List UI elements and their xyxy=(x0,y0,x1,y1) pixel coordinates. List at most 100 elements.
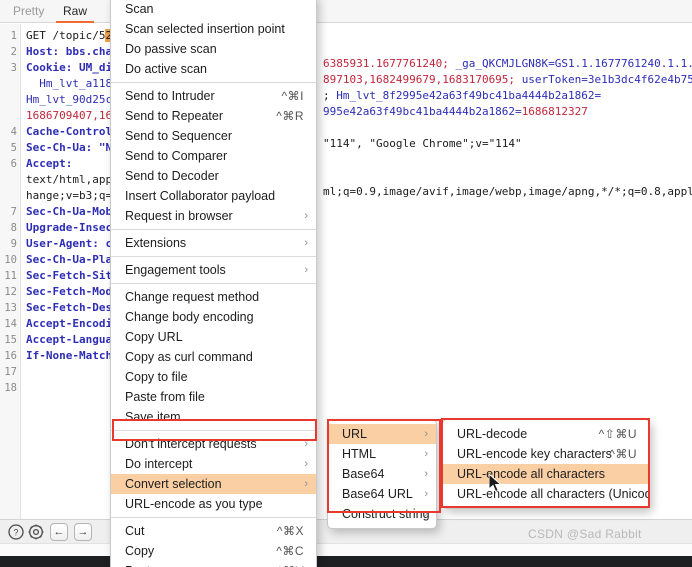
code-line: text/html,app xyxy=(26,172,112,188)
menu-item-label: Do passive scan xyxy=(125,42,217,56)
url-encode-submenu[interactable]: URL-decode ^⇧⌘U URL-encode key characters ^… xyxy=(442,419,650,509)
code-token: 1686709407,16 xyxy=(26,109,113,122)
menu-item-change-body-encoding[interactable]: Change body encoding xyxy=(111,307,316,327)
line-number: 5 xyxy=(10,142,17,154)
menu-item-scan-selected-insertion-point[interactable]: Scan selected insertion point xyxy=(111,19,316,39)
submenu-item-construct-string[interactable]: Construct string › xyxy=(328,504,436,524)
menu-separator xyxy=(111,283,316,284)
code-line: 995e42a63f49bc41ba4444b2a1862=1686812327 xyxy=(323,104,588,120)
menu-item-label: Paste from file xyxy=(125,390,205,404)
menu-item-send-to-comparer[interactable]: Send to Comparer xyxy=(111,146,316,166)
menu-item-label: Send to Comparer xyxy=(125,149,228,163)
menu-item-shortcut: ^⌘V xyxy=(277,561,304,567)
code-token: "114", "Google Chrome";v="114" xyxy=(323,137,522,150)
menu-item-shortcut: ^⇧⌘U xyxy=(598,427,637,441)
code-line: hange;v=b3;q= xyxy=(26,188,112,204)
line-number: 11 xyxy=(4,270,17,282)
chevron-right-icon: › xyxy=(304,438,308,450)
line-number: 1 xyxy=(10,30,17,42)
code-line: ml;q=0.9,image/avif,image/webp,image/apn… xyxy=(323,184,692,200)
code-token: 1686812327 xyxy=(521,105,588,118)
code-token: Hm_lvt_a1181 xyxy=(26,77,119,90)
menu-item-do-passive-scan[interactable]: Do passive scan xyxy=(111,39,316,59)
code-line: Host: bbs.cha xyxy=(26,44,112,60)
line-number: 16 xyxy=(4,350,17,362)
menu-item-label: Send to Intruder xyxy=(125,89,215,103)
tab-pretty[interactable]: Pretty xyxy=(6,2,51,23)
code-token: Sec-Ch-Ua: "N xyxy=(26,141,113,154)
line-number: 9 xyxy=(10,238,17,250)
tab-raw[interactable]: Raw xyxy=(56,2,95,23)
menu-item-label: Base64 xyxy=(342,467,385,481)
menu-item-engagement-tools[interactable]: Engagement tools › xyxy=(111,260,316,280)
menu-separator xyxy=(111,82,316,83)
menu-item-url-encode-as-you-type[interactable]: URL-encode as you type xyxy=(111,494,316,514)
code-line: Accept-Encodi xyxy=(26,316,112,332)
code-line: "114", "Google Chrome";v="114" xyxy=(323,136,522,152)
menu-item-do-active-scan[interactable]: Do active scan xyxy=(111,59,316,79)
menu-item-label: Cut xyxy=(125,524,145,538)
menu-item-request-in-browser[interactable]: Request in browser › xyxy=(111,206,316,226)
menu-item-send-to-decoder[interactable]: Send to Decoder xyxy=(111,166,316,186)
code-line: Sec-Ch-Ua-Mob xyxy=(26,204,112,220)
menu-item-paste-from-file[interactable]: Paste from file xyxy=(111,387,316,407)
menu-item-extensions[interactable]: Extensions › xyxy=(111,233,316,253)
menu-item-label: HTML xyxy=(342,447,377,461)
encode-item-url-encode-all-characters[interactable]: URL-encode all characters xyxy=(443,464,649,484)
code-line: Sec-Ch-Ua-Pla xyxy=(26,252,112,268)
menu-item-change-request-method[interactable]: Change request method xyxy=(111,287,316,307)
forward-button[interactable]: → xyxy=(74,523,92,541)
code-token: 995e42a63f49bc41ba4444b2a1862= xyxy=(323,105,522,118)
menu-item-shortcut: ^⌘C xyxy=(276,544,304,558)
back-button[interactable]: ← xyxy=(50,523,68,541)
code-token: Accept-Langua xyxy=(26,333,113,346)
menu-item-send-to-sequencer[interactable]: Send to Sequencer xyxy=(111,126,316,146)
menu-item-paste[interactable]: Paste^⌘V xyxy=(111,561,316,567)
code-token: Cache-Control xyxy=(26,125,113,138)
encode-item-url-encode-key-characters[interactable]: URL-encode key characters ^⌘U xyxy=(443,444,649,464)
code-line: Sec-Fetch-Sit xyxy=(26,268,112,284)
context-menu[interactable]: Scan Scan selected insertion point Do pass… xyxy=(110,0,317,567)
menu-item-do-intercept[interactable]: Do intercept › xyxy=(111,454,316,474)
submenu-item-base64-url[interactable]: Base64 URL › xyxy=(328,484,436,504)
menu-item-save-item[interactable]: Save item xyxy=(111,407,316,427)
chevron-right-icon: › xyxy=(424,508,428,520)
menu-item-scan[interactable]: Scan xyxy=(111,0,316,19)
encode-item-url-decode[interactable]: URL-decode ^⇧⌘U xyxy=(443,424,649,444)
burp-suite-window: Pretty Raw 1 2 3 4 5 6 7 8 9 10 11 12 13 14 15 16 17 18 G… xyxy=(0,0,692,567)
menu-item-label: Do active scan xyxy=(125,62,207,76)
line-number: 6 xyxy=(10,158,17,170)
question-circle-icon[interactable]: ? xyxy=(8,524,24,540)
menu-item-cut[interactable]: Cut ^⌘X xyxy=(111,521,316,541)
menu-item-label: Save item xyxy=(125,410,181,424)
code-token: Cookie: UM_di xyxy=(26,61,113,74)
gear-icon[interactable] xyxy=(28,524,44,540)
chevron-right-icon: › xyxy=(424,428,428,440)
menu-item-copy[interactable]: Copy ^⌘C xyxy=(111,541,316,561)
encode-item-url-encode-all-characters-unicode[interactable]: URL-encode all characters (Unicode) xyxy=(443,484,649,504)
menu-item-shortcut: ^⌘R xyxy=(276,109,304,123)
code-token: Sec-Ch-Ua-Pla xyxy=(26,253,113,266)
menu-item-convert-selection[interactable]: Convert selection › xyxy=(111,474,316,494)
chevron-right-icon: › xyxy=(304,237,308,249)
editor-tabbar: Pretty Raw xyxy=(0,0,692,23)
menu-item-copy-to-file[interactable]: Copy to file xyxy=(111,367,316,387)
chevron-right-icon: › xyxy=(424,468,428,480)
menu-item-send-to-repeater[interactable]: Send to Repeater ^⌘R xyxy=(111,106,316,126)
submenu-item-html[interactable]: HTML › xyxy=(328,444,436,464)
menu-item-send-to-intruder[interactable]: Send to Intruder ^⌘I xyxy=(111,86,316,106)
menu-item-label: Extensions xyxy=(125,236,187,250)
line-number: 8 xyxy=(10,222,17,234)
chevron-right-icon: › xyxy=(304,458,308,470)
menu-item-insert-collaborator-payload[interactable]: Insert Collaborator payload xyxy=(111,186,316,206)
menu-item-label: Send to Repeater xyxy=(125,109,223,123)
submenu-item-url[interactable]: URL › xyxy=(328,424,436,444)
menu-item-don-t-intercept-requests[interactable]: Don't intercept requests › xyxy=(111,434,316,454)
convert-selection-submenu[interactable]: URL › HTML › Base64 › Base64 URL › Construct str… xyxy=(327,419,437,529)
menu-item-label: Change request method xyxy=(125,290,260,304)
menu-item-copy-url[interactable]: Copy URL xyxy=(111,327,316,347)
menu-item-copy-as-curl-command[interactable]: Copy as curl command xyxy=(111,347,316,367)
code-token: userToken=3e1b3dc4f62e4b75aa76 xyxy=(521,73,692,86)
line-number: 4 xyxy=(10,126,17,138)
submenu-item-base64[interactable]: Base64 › xyxy=(328,464,436,484)
